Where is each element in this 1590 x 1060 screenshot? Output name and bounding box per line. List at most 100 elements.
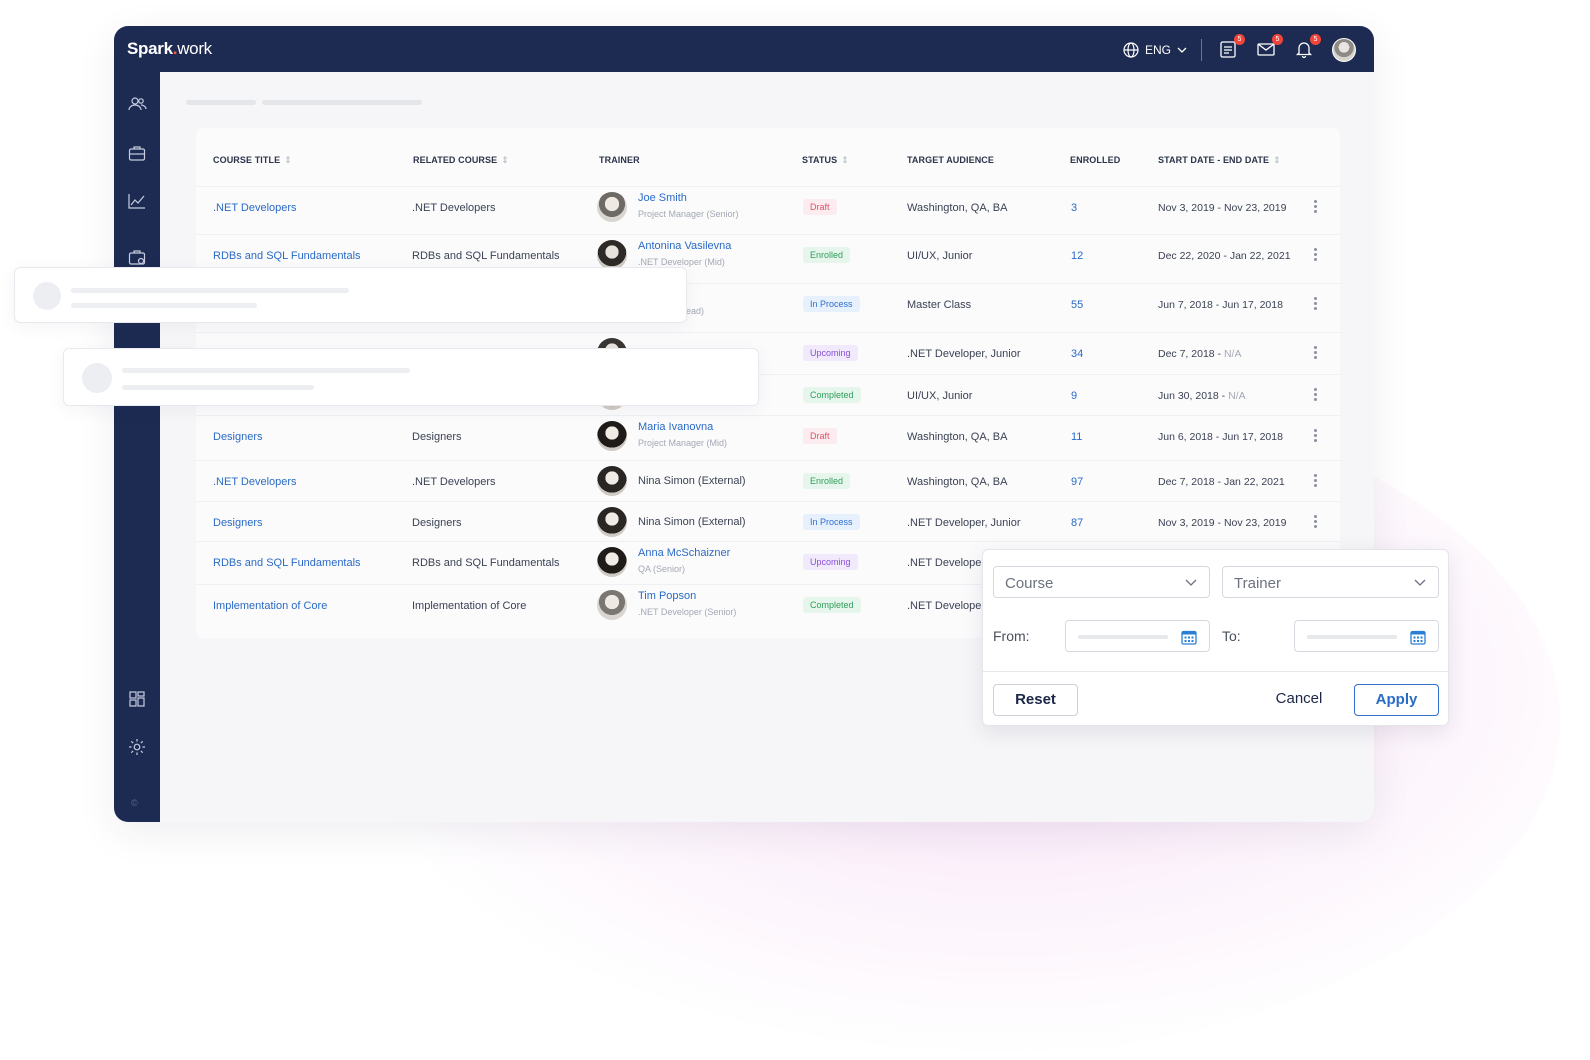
target-audience: UI/UX, Junior	[907, 250, 973, 262]
from-date-input[interactable]	[1065, 620, 1210, 652]
related-course: RDBs and SQL Fundamentals	[412, 557, 560, 569]
app-logo[interactable]: Spark.work	[127, 39, 212, 59]
divider	[1201, 39, 1202, 61]
date-range: Dec 7, 2018 - N/A	[1158, 348, 1242, 360]
cancel-button[interactable]: Cancel	[1263, 684, 1335, 716]
table-row[interactable]: .NET Developers .NET Developers Joe Smith P…	[196, 186, 1340, 226]
header-status[interactable]: STATUS ⇕	[802, 155, 849, 166]
course-title-link[interactable]: .NET Developers	[213, 476, 297, 488]
status-badge: In Process	[803, 296, 860, 312]
course-title-link[interactable]: .NET Developers	[213, 202, 297, 214]
header-course-title[interactable]: COURSE TITLE ⇕	[213, 155, 292, 166]
table-row[interactable]: Designers Designers Nina Simon (External) I…	[196, 501, 1340, 541]
date-range: Jun 30, 2018 - N/A	[1158, 390, 1246, 402]
trainer-avatar	[597, 421, 627, 451]
top-bar: Spark.work ENG 5 5 5	[114, 26, 1374, 72]
messages-badge: 5	[1272, 34, 1283, 45]
trainer-name[interactable]: Nina Simon (External)	[638, 475, 746, 487]
dashboard-icon[interactable]	[127, 689, 147, 709]
copyright-mark: ©	[131, 798, 138, 808]
tasks-button[interactable]: 5	[1218, 34, 1245, 61]
target-audience: UI/UX, Junior	[907, 390, 973, 402]
status-badge: Completed	[803, 597, 861, 613]
divider	[983, 671, 1450, 672]
calendar-icon[interactable]	[1410, 629, 1426, 645]
enrolled-count[interactable]: 12	[1071, 250, 1083, 262]
sort-icon: ⇕	[1273, 155, 1281, 165]
notifications-badge: 5	[1310, 34, 1321, 45]
filter-panel: Course Trainer From: To: Reset Cancel Ap…	[982, 549, 1450, 726]
more-options-icon[interactable]	[1314, 297, 1318, 312]
related-course: Designers	[412, 431, 462, 443]
chevron-down-icon	[1414, 579, 1426, 586]
table-row[interactable]: .NET Developers .NET Developers Nina Simon…	[196, 460, 1340, 500]
date-range: Jun 7, 2018 - Jun 17, 2018	[1158, 299, 1283, 311]
trainer-name[interactable]: Joe Smith	[638, 192, 687, 204]
enrolled-count[interactable]: 9	[1071, 390, 1077, 402]
enrolled-count[interactable]: 34	[1071, 348, 1083, 360]
target-audience: .NET Developer, Junior	[907, 348, 1021, 360]
user-avatar[interactable]	[1332, 38, 1356, 62]
target-audience: .NET Develope	[907, 600, 982, 612]
trainer-avatar	[597, 240, 627, 270]
more-options-icon[interactable]	[1314, 346, 1318, 361]
course-title-link[interactable]: RDBs and SQL Fundamentals	[213, 557, 361, 569]
globe-icon	[1123, 42, 1139, 58]
date-range: Nov 3, 2019 - Nov 23, 2019	[1158, 517, 1287, 529]
career-icon[interactable]	[127, 247, 147, 267]
course-select[interactable]: Course	[993, 566, 1210, 598]
target-audience: Washington, QA, BA	[907, 202, 1008, 214]
sort-icon: ⇕	[284, 155, 292, 165]
trainer-select[interactable]: Trainer	[1222, 566, 1439, 598]
reset-button[interactable]: Reset	[993, 684, 1078, 716]
header-dates[interactable]: START DATE - END DATE ⇕	[1158, 155, 1281, 166]
course-title-link[interactable]: Designers	[213, 431, 263, 443]
status-badge: Completed	[803, 387, 861, 403]
more-options-icon[interactable]	[1314, 388, 1318, 403]
trainer-name[interactable]: Tim Popson	[638, 590, 696, 602]
more-options-icon[interactable]	[1314, 429, 1318, 444]
breadcrumb-placeholder	[186, 100, 256, 105]
calendar-icon[interactable]	[1181, 629, 1197, 645]
status-badge: Upcoming	[803, 554, 858, 570]
related-course: Designers	[412, 517, 462, 529]
users-icon[interactable]	[127, 94, 147, 114]
course-title-link[interactable]: Implementation of Core	[213, 600, 327, 612]
status-badge: Draft	[803, 199, 837, 215]
status-badge: Draft	[803, 428, 837, 444]
table-row[interactable]: Designers Designers Maria Ivanovna Project …	[196, 415, 1340, 455]
to-date-input[interactable]	[1294, 620, 1439, 652]
chart-icon[interactable]	[127, 191, 147, 211]
more-options-icon[interactable]	[1314, 200, 1318, 215]
apply-button[interactable]: Apply	[1354, 684, 1439, 716]
header-related-course[interactable]: RELATED COURSE ⇕	[413, 155, 509, 166]
language-selector[interactable]: ENG	[1123, 42, 1187, 58]
chevron-down-icon	[1177, 47, 1187, 53]
course-title-link[interactable]: Designers	[213, 517, 263, 529]
enrolled-count[interactable]: 55	[1071, 299, 1083, 311]
related-course: .NET Developers	[412, 202, 496, 214]
messages-button[interactable]: 5	[1256, 34, 1283, 61]
trainer-name[interactable]: Maria Ivanovna	[638, 421, 713, 433]
enrolled-count[interactable]: 87	[1071, 517, 1083, 529]
target-audience: .NET Develope	[907, 557, 982, 569]
briefcase-icon[interactable]	[127, 143, 147, 163]
gear-icon[interactable]	[127, 737, 147, 757]
more-options-icon[interactable]	[1314, 474, 1318, 489]
trainer-name[interactable]: Anna McSchaizner	[638, 547, 730, 559]
more-options-icon[interactable]	[1314, 248, 1318, 263]
chevron-down-icon	[1185, 579, 1197, 586]
related-course: RDBs and SQL Fundamentals	[412, 250, 560, 262]
sort-icon: ⇕	[841, 155, 849, 165]
enrolled-count[interactable]: 97	[1071, 476, 1083, 488]
trainer-name[interactable]: Nina Simon (External)	[638, 516, 746, 528]
notifications-button[interactable]: 5	[1294, 34, 1321, 61]
enrolled-count[interactable]: 3	[1071, 202, 1077, 214]
trainer-avatar	[597, 507, 627, 537]
course-title-link[interactable]: RDBs and SQL Fundamentals	[213, 250, 361, 262]
more-options-icon[interactable]	[1314, 515, 1318, 530]
to-label: To:	[1222, 628, 1241, 644]
enrolled-count[interactable]: 11	[1071, 431, 1082, 443]
trainer-role: .NET Developer (Mid)	[638, 257, 725, 267]
trainer-name[interactable]: Antonina Vasilevna	[638, 240, 731, 252]
